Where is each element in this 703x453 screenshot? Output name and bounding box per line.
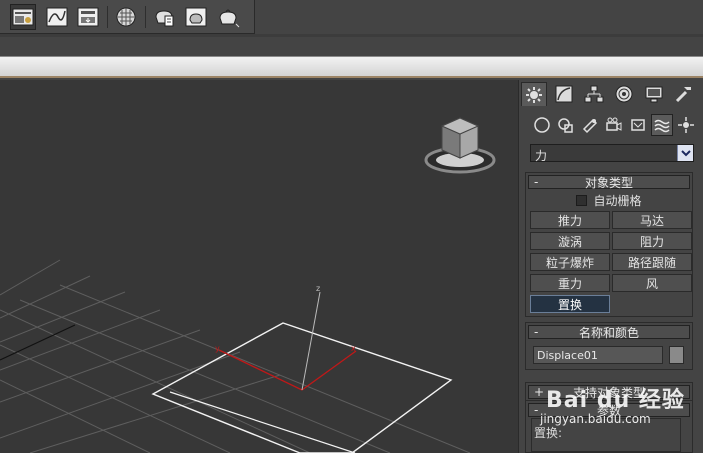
main-toolbar (0, 0, 255, 34)
support-types-rollout-header[interactable]: + 支持对象类型 (528, 385, 690, 400)
object-type-rollout-header[interactable]: - 对象类型 (528, 175, 690, 190)
create-categories (519, 112, 703, 138)
utilities-tab[interactable] (671, 82, 697, 106)
object-type-title: 对象类型 (584, 175, 633, 190)
support-types-title: 支持对象类型 (572, 385, 645, 400)
parameters-title: 参数 (596, 403, 621, 418)
axis-z-label: z (316, 284, 320, 293)
gizmo-axis-x-line (301, 350, 357, 391)
motion-tab[interactable] (611, 82, 637, 106)
support-types-rollout: + 支持对象类型 (525, 382, 693, 402)
axis-x-label: x (351, 344, 356, 353)
vortex-button[interactable]: 漩涡 (530, 232, 610, 250)
gravity-button[interactable]: 重力 (530, 274, 610, 292)
collapse-sign: - (534, 403, 539, 417)
render-icon[interactable] (215, 4, 241, 30)
object-type-rollout: - 对象类型 自动栅格 推力 马达 漩涡 阻力 粒子爆炸 路径跟随 重力 风 置… (525, 172, 693, 317)
collapse-sign: - (534, 175, 539, 189)
lights-icon[interactable] (579, 114, 601, 136)
perspective-viewport[interactable]: z x y (0, 80, 518, 453)
modify-tab[interactable] (551, 82, 577, 106)
autogrid-checkbox[interactable] (576, 194, 588, 206)
axis-y-label: y (215, 344, 220, 353)
schematic-view-icon[interactable] (75, 4, 101, 30)
name-color-title: 名称和颜色 (578, 325, 639, 340)
pbomb-button[interactable]: 粒子爆炸 (530, 253, 610, 271)
curve-editor-icon[interactable] (44, 4, 70, 30)
render-setup-icon[interactable] (151, 4, 177, 30)
autogrid-label: 自动栅格 (593, 193, 642, 208)
object-name-field[interactable]: Displace01 (533, 346, 663, 364)
name-color-rollout: - 名称和颜色 Displace01 (525, 322, 693, 370)
drag-button[interactable]: 阻力 (612, 232, 692, 250)
displace-button[interactable]: 置换 (530, 295, 610, 313)
push-button[interactable]: 推力 (530, 211, 610, 229)
category-dropdown[interactable]: 力 (530, 144, 694, 163)
grid-axis-line (0, 324, 76, 361)
expand-sign: + (534, 385, 545, 399)
scene-explorer-icon[interactable] (10, 4, 36, 30)
geometry-icon[interactable] (531, 114, 553, 136)
ribbon-area (0, 37, 703, 57)
name-color-rollout-header[interactable]: - 名称和颜色 (528, 325, 690, 340)
create-tab[interactable] (521, 82, 547, 106)
path-follow-button[interactable]: 路径跟随 (612, 253, 692, 271)
max-window: z x y 力 - 对象类型 自动栅格 推力 马达 漩涡 阻力 粒子爆炸 路径跟… (0, 0, 703, 453)
command-panel-tabs (519, 80, 703, 108)
autogrid-row[interactable]: 自动栅格 (526, 191, 692, 209)
space-warps-icon[interactable] (651, 114, 673, 136)
toolbar-separator (107, 6, 108, 28)
name-row: Displace01 (526, 341, 692, 367)
command-panel: 力 - 对象类型 自动栅格 推力 马达 漩涡 阻力 粒子爆炸 路径跟随 重力 风… (518, 80, 703, 453)
object-type-buttons: 推力 马达 漩涡 阻力 粒子爆炸 路径跟随 重力 风 置换 (526, 209, 692, 317)
motor-button[interactable]: 马达 (612, 211, 692, 229)
viewcube-icon[interactable] (424, 110, 504, 174)
chevron-down-icon[interactable] (677, 145, 693, 161)
time-slider-bar[interactable] (0, 56, 703, 78)
gizmo-axis-y-line (218, 349, 303, 391)
gizmo-axis-z-line (301, 291, 321, 391)
wind-button[interactable]: 风 (612, 274, 692, 292)
cameras-icon[interactable] (603, 114, 625, 136)
parameters-rollout-header[interactable]: - 参数 (528, 403, 690, 418)
material-editor-icon[interactable] (113, 4, 139, 30)
collapse-sign: - (534, 325, 539, 339)
display-tab[interactable] (641, 82, 667, 106)
displace-label: 置换: (534, 426, 563, 440)
shapes-icon[interactable] (555, 114, 577, 136)
category-dropdown-value: 力 (535, 149, 548, 163)
helpers-icon[interactable] (627, 114, 649, 136)
systems-icon[interactable] (675, 114, 697, 136)
hierarchy-tab[interactable] (581, 82, 607, 106)
rendered-frame-icon[interactable] (183, 4, 209, 30)
toolbar-separator (145, 6, 146, 28)
object-color-swatch[interactable] (669, 346, 684, 364)
